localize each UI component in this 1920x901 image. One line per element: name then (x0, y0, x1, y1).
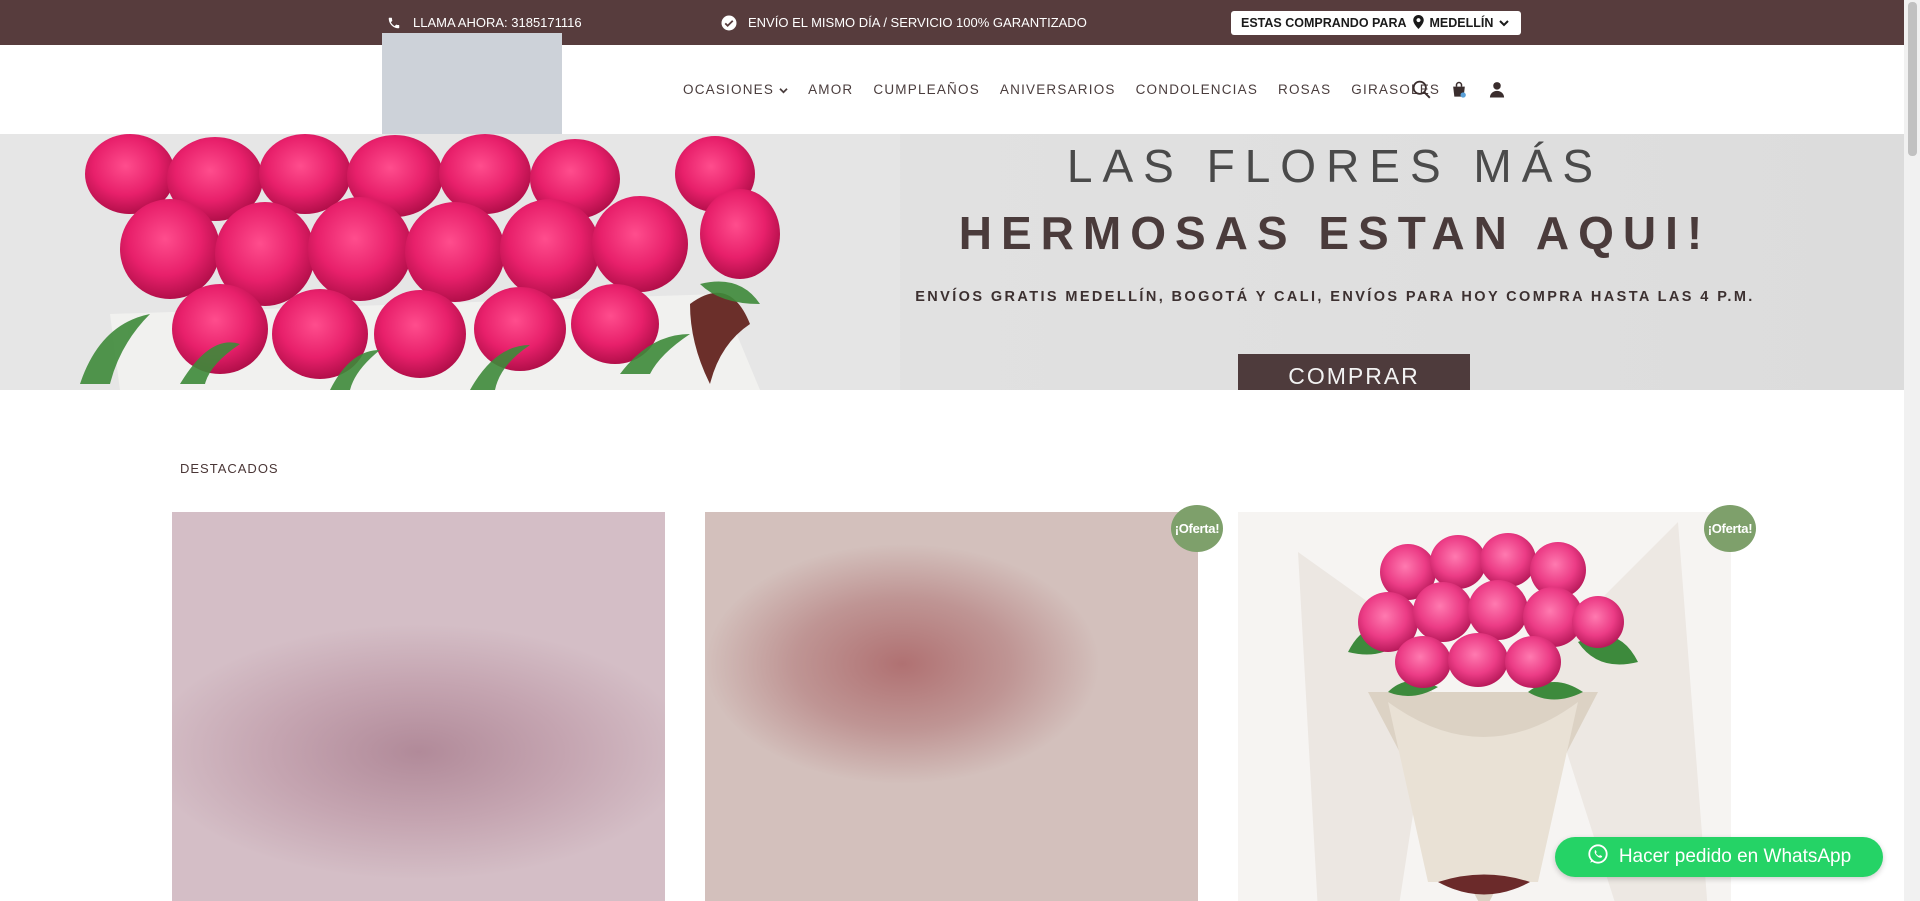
nav-item-rosas[interactable]: ROSAS (1278, 82, 1331, 97)
page-scrollbar[interactable] (1904, 0, 1920, 901)
section-title-destacados: DESTACADOS (180, 461, 279, 476)
chevron-down-icon (1499, 16, 1510, 30)
cart-icon[interactable] (1448, 79, 1470, 101)
hero-heading-line1: LAS FLORES MÁS (1066, 140, 1604, 192)
hero-subtitle: ENVÍOS GRATIS MEDELLÍN, BOGOTÁ Y CALI, E… (915, 289, 1755, 305)
hero-banner: LAS FLORES MÁS HERMOSAS ESTAN AQUI! ENVÍ… (0, 134, 1904, 390)
city-label: ESTAS COMPRANDO PARA (1241, 16, 1407, 30)
nav-item-aniversarios[interactable]: ANIVERSARIOS (1000, 82, 1116, 97)
top-bar: LLAMA AHORA: 3185171116 ENVÍO EL MISMO D… (0, 0, 1904, 45)
phone-icon (385, 14, 403, 32)
product-card[interactable] (705, 512, 1198, 901)
city-value: MEDELLÍN (1429, 16, 1494, 30)
whatsapp-label: Hacer pedido en WhatsApp (1618, 846, 1852, 867)
scrollbar-thumb[interactable] (1908, 2, 1917, 156)
nav-item-label: OCASIONES (683, 82, 775, 97)
header-icons (1410, 45, 1508, 134)
page: LLAMA AHORA: 3185171116 ENVÍO EL MISMO D… (0, 0, 1920, 901)
nav-item-cumpleanos[interactable]: CUMPLEAÑOS (873, 82, 980, 97)
nav-item-amor[interactable]: AMOR (808, 82, 853, 97)
user-icon[interactable] (1486, 79, 1508, 101)
main-nav: OCASIONES AMOR CUMPLEAÑOS ANIVERSARIOS C… (683, 45, 1440, 134)
hero-heading-line2: HERMOSAS ESTAN AQUI! (958, 207, 1712, 259)
shipping-text: ENVÍO EL MISMO DÍA / SERVICIO 100% GARAN… (748, 15, 1087, 30)
whatsapp-icon (1587, 843, 1609, 871)
chevron-down-icon (779, 82, 788, 97)
phone-text: LLAMA AHORA: 3185171116 (413, 15, 582, 30)
location-pin-icon (1412, 14, 1424, 32)
check-circle-icon (720, 14, 738, 32)
product-card[interactable] (172, 512, 665, 901)
whatsapp-order-button[interactable]: Hacer pedido en WhatsApp (1555, 837, 1883, 877)
nav-item-condolencias[interactable]: CONDOLENCIAS (1136, 82, 1258, 97)
shipping-notice: ENVÍO EL MISMO DÍA / SERVICIO 100% GARAN… (720, 0, 1087, 45)
sale-badge: ¡Oferta! (1171, 505, 1223, 552)
comprar-button[interactable]: COMPRAR (1238, 354, 1470, 390)
site-logo[interactable] (382, 33, 562, 134)
sale-badge: ¡Oferta! (1704, 505, 1756, 552)
search-icon[interactable] (1410, 79, 1432, 101)
nav-item-ocasiones[interactable]: OCASIONES (683, 82, 788, 97)
site-header: OCASIONES AMOR CUMPLEAÑOS ANIVERSARIOS C… (0, 33, 1904, 134)
city-selector[interactable]: ESTAS COMPRANDO PARA MEDELLÍN (1231, 11, 1521, 35)
